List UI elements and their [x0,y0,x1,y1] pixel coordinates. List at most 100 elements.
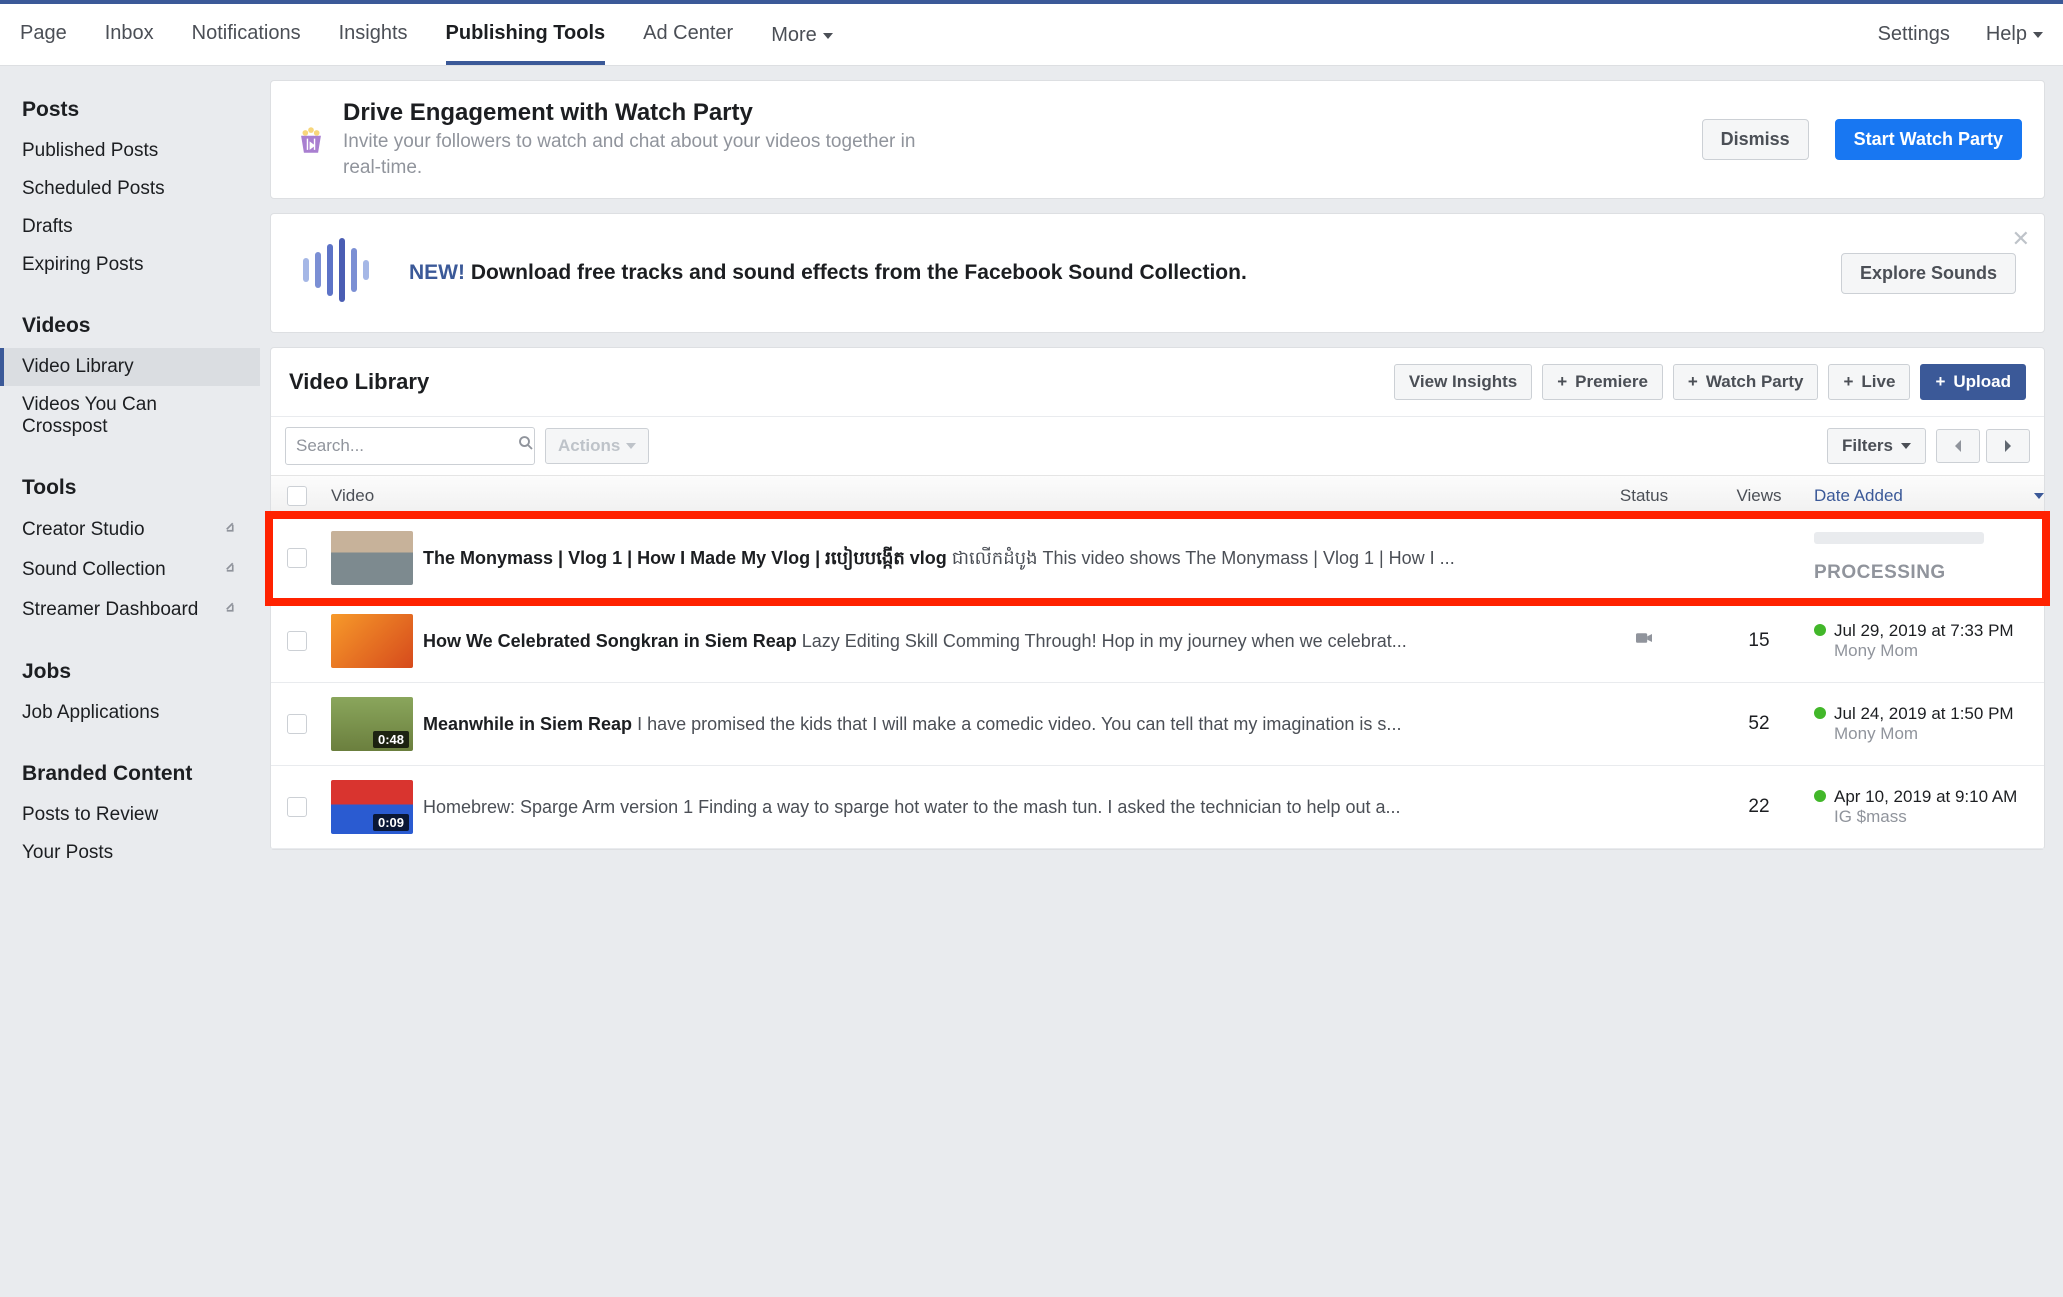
explore-sounds-button[interactable]: Explore Sounds [1841,253,2016,294]
sidebar-item-sound-collection[interactable]: Sound Collection [0,550,260,590]
duration-badge: 0:48 [373,731,409,748]
sidebar-item-published-posts[interactable]: Published Posts [0,132,260,170]
nav-insights[interactable]: Insights [339,4,408,65]
search-input-wrap[interactable] [285,427,535,465]
video-title[interactable]: How We Celebrated Songkran in Siem Reap [423,631,797,651]
premiere-button[interactable]: + Premiere [1542,364,1663,400]
table-header: Video Status Views Date Added [271,475,2044,517]
row-checkbox[interactable] [287,548,307,568]
video-description: I have promised the kids that I will mak… [632,714,1401,734]
promo-title: Drive Engagement with Watch Party [343,99,1688,127]
sidebar-item-label: Streamer Dashboard [22,599,198,621]
dismiss-button[interactable]: Dismiss [1702,119,1809,160]
sidebar-item-streamer-dashboard[interactable]: Streamer Dashboard [0,590,260,630]
select-all-checkbox[interactable] [287,486,307,506]
nav-more[interactable]: More [771,4,833,65]
watch-party-button[interactable]: + Watch Party [1673,364,1819,400]
sidebar-item-posts-to-review[interactable]: Posts to Review [0,796,260,834]
row-checkbox[interactable] [287,797,307,817]
date-label: Jul 29, 2019 at 7:33 PM [1834,621,2014,640]
nav-publishing-tools[interactable]: Publishing Tools [446,4,606,65]
sidebar-item-videos-crosspost[interactable]: Videos You Can Crosspost [0,386,260,446]
new-badge: NEW! [409,261,465,284]
promo-sound-desc: Download free tracks and sound effects f… [471,261,1247,284]
sidebar-item-video-library[interactable]: Video Library [0,348,260,386]
nav-help[interactable]: Help [1986,23,2043,46]
video-thumbnail[interactable] [331,531,413,585]
promo-sound-text: NEW! Download free tracks and sound effe… [409,259,1811,287]
upload-button[interactable]: + Upload [1920,364,2026,400]
row-checkbox[interactable] [287,714,307,734]
premiere-label: Premiere [1575,372,1648,392]
content: Drive Engagement with Watch Party Invite… [260,66,2063,906]
sidebar-item-drafts[interactable]: Drafts [0,208,260,246]
upload-label: Upload [1953,372,2011,392]
top-nav: Page Inbox Notifications Insights Publis… [0,4,2063,66]
video-thumbnail[interactable] [331,614,413,668]
promo-sound-collection: ✕ NEW! Download free tracks and sound ef… [270,213,2045,333]
processing-label: PROCESSING [1814,562,2044,584]
sidebar-heading-jobs: Jobs [0,650,260,694]
views-cell: 52 [1704,713,1814,735]
external-link-icon [220,598,238,622]
table-row[interactable]: 0:09 Homebrew: Sparge Arm version 1 Findi… [271,766,2044,849]
table-row[interactable]: 0:48 Meanwhile in Siem Reap I have promis… [271,683,2044,766]
plus-icon: + [1843,372,1853,392]
col-video[interactable]: Video [323,486,1584,506]
external-link-icon [220,518,238,542]
close-icon[interactable]: ✕ [2012,226,2030,252]
status-dot-icon [1814,790,1826,802]
table-row[interactable]: The Monymass | Vlog 1 | How I Made My Vl… [271,517,2044,600]
status-dot-icon [1814,707,1826,719]
table-row[interactable]: How We Celebrated Songkran in Siem Reap … [271,600,2044,683]
sidebar-item-scheduled-posts[interactable]: Scheduled Posts [0,170,260,208]
video-thumbnail[interactable]: 0:48 [331,697,413,751]
nav-page[interactable]: Page [20,4,67,65]
nav-help-label: Help [1986,23,2027,46]
actions-label: Actions [558,436,620,456]
video-library-panel: Video Library View Insights + Premiere +… [270,347,2045,850]
video-thumbnail[interactable]: 0:09 [331,780,413,834]
col-views[interactable]: Views [1704,486,1814,506]
row-checkbox[interactable] [287,631,307,651]
status-dot-icon [1814,624,1826,636]
video-description: ជាលើកដំបូង This video shows The Monymass… [947,548,1455,568]
pager-prev-button[interactable] [1936,429,1980,463]
date-label: Apr 10, 2019 at 9:10 AM [1834,787,2017,806]
plus-icon: + [1935,372,1945,392]
actions-dropdown[interactable]: Actions [545,428,649,464]
sidebar-item-job-applications[interactable]: Job Applications [0,694,260,732]
plus-icon: + [1688,372,1698,392]
pager-next-button[interactable] [1986,429,2030,463]
sound-wave-icon [299,238,379,308]
filters-button[interactable]: Filters [1827,428,1926,464]
sidebar-item-expiring-posts[interactable]: Expiring Posts [0,246,260,284]
video-description: Lazy Editing Skill Comming Through! Hop … [797,631,1407,651]
sidebar-item-your-posts[interactable]: Your Posts [0,834,260,872]
status-cell [1584,630,1704,652]
search-input[interactable] [296,436,517,456]
nav-more-label: More [771,24,817,47]
col-date-added[interactable]: Date Added [1814,486,2044,506]
video-title[interactable]: Meanwhile in Siem Reap [423,714,632,734]
nav-inbox[interactable]: Inbox [105,4,154,65]
nav-ad-center[interactable]: Ad Center [643,4,733,65]
uploader-label: Mony Mom [1814,641,2044,661]
nav-notifications[interactable]: Notifications [192,4,301,65]
promo-watch-party: Drive Engagement with Watch Party Invite… [270,80,2045,199]
views-cell: 22 [1704,796,1814,818]
start-watch-party-button[interactable]: Start Watch Party [1835,119,2022,160]
duration-badge: 0:09 [373,814,409,831]
plus-icon: + [1557,372,1567,392]
sidebar-item-label: Creator Studio [22,519,145,541]
sidebar-heading-branded: Branded Content [0,752,260,796]
video-description: Homebrew: Sparge Arm version 1 Finding a… [423,797,1401,817]
video-title[interactable]: The Monymass | Vlog 1 | How I Made My Vl… [423,548,947,568]
live-button[interactable]: + Live [1828,364,1910,400]
nav-settings[interactable]: Settings [1878,23,1950,46]
views-cell: 15 [1704,630,1814,652]
view-insights-button[interactable]: View Insights [1394,364,1532,400]
sidebar-heading-tools: Tools [0,466,260,510]
sidebar-item-creator-studio[interactable]: Creator Studio [0,510,260,550]
col-status[interactable]: Status [1584,486,1704,506]
